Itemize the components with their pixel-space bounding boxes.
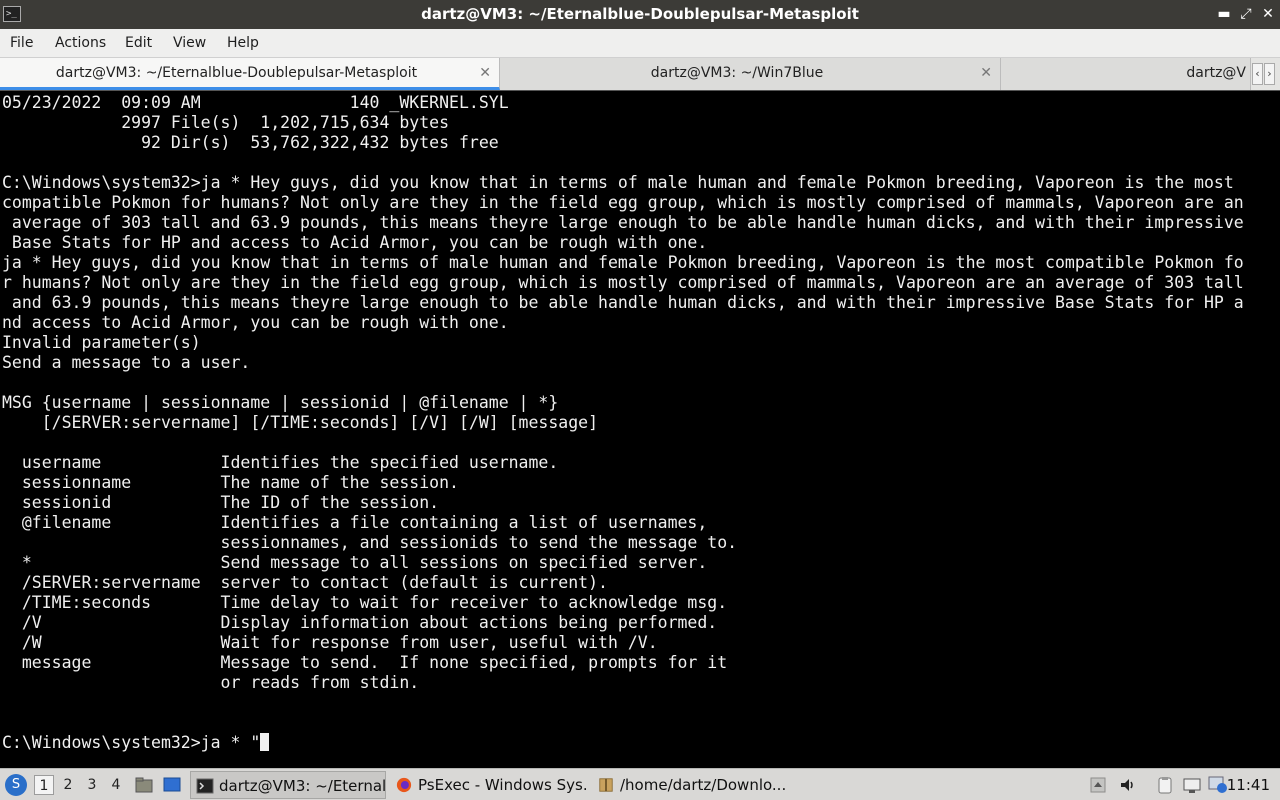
- menu-file[interactable]: File: [10, 29, 33, 57]
- volume-icon[interactable]: [1118, 775, 1138, 795]
- desktop-3-button[interactable]: 3: [82, 775, 102, 795]
- close-button[interactable]: ✕: [1258, 4, 1278, 24]
- archive-icon: [599, 778, 613, 792]
- task-label: PsExec - Windows Sys...: [418, 776, 586, 794]
- window-title: dartz@VM3: ~/Eternalblue-Doublepulsar-Me…: [421, 5, 859, 23]
- firefox-icon: [396, 777, 412, 793]
- terminal-task-icon: [196, 778, 214, 794]
- window-titlebar: >_ dartz@VM3: ~/Eternalblue-Doublepulsar…: [0, 0, 1280, 29]
- tab-third[interactable]: dartz@V: [1001, 58, 1251, 90]
- tab-win7blue[interactable]: dartz@VM3: ~/Win7Blue ✕: [500, 58, 1001, 90]
- desktop-2-button[interactable]: 2: [58, 775, 78, 795]
- clock[interactable]: 11:41: [1227, 769, 1270, 800]
- network-icon[interactable]: [1182, 775, 1202, 795]
- terminal-cursor: [260, 733, 270, 751]
- tab-label: dartz@VM3: ~/Eternalblue-Doublepulsar-Me…: [55, 65, 418, 81]
- show-desktop-icon[interactable]: [162, 775, 182, 795]
- tab-label: dartz@V: [1186, 65, 1246, 81]
- tab-label: dartz@VM3: ~/Win7Blue: [650, 65, 824, 81]
- tab-bar: dartz@VM3: ~/Eternalblue-Doublepulsar-Me…: [0, 58, 1280, 90]
- taskbar: S 1 2 3 4 dartz@VM3: ~/Eternal... PsExec…: [0, 768, 1280, 800]
- update-notifier-icon[interactable]: [1207, 775, 1229, 795]
- task-terminal[interactable]: dartz@VM3: ~/Eternal...: [190, 771, 386, 799]
- desktop-1-button[interactable]: 1: [34, 775, 54, 795]
- terminal-output: 05/23/2022 09:09 AM 140 _WKERNEL.SYL 299…: [2, 93, 1244, 752]
- clipboard-icon[interactable]: [1155, 775, 1175, 795]
- tab-scroll-right-icon[interactable]: ›: [1264, 63, 1275, 85]
- terminal-view[interactable]: 05/23/2022 09:09 AM 140 _WKERNEL.SYL 299…: [0, 90, 1280, 768]
- menu-bar: File Actions Edit View Help: [0, 29, 1280, 58]
- task-label: /home/dartz/Downlo...: [620, 776, 786, 794]
- maximize-button[interactable]: ⤢: [1236, 4, 1256, 24]
- tray-up-arrow-icon[interactable]: [1090, 775, 1106, 795]
- tab-close-icon[interactable]: ✕: [479, 58, 491, 88]
- task-label: dartz@VM3: ~/Eternal...: [219, 777, 386, 795]
- task-firefox-psexec[interactable]: PsExec - Windows Sys...: [390, 771, 586, 799]
- tab-close-icon[interactable]: ✕: [980, 58, 992, 88]
- file-manager-icon[interactable]: [134, 775, 154, 795]
- tab-scroll-left-icon[interactable]: ‹: [1252, 63, 1263, 85]
- minimize-button[interactable]: ▬: [1214, 4, 1234, 24]
- menu-view[interactable]: View: [173, 29, 206, 57]
- task-archive-manager[interactable]: /home/dartz/Downlo...: [592, 771, 786, 799]
- menu-help[interactable]: Help: [227, 29, 259, 57]
- menu-actions[interactable]: Actions: [55, 29, 106, 57]
- tab-eternalblue[interactable]: dartz@VM3: ~/Eternalblue-Doublepulsar-Me…: [0, 58, 500, 90]
- menu-edit[interactable]: Edit: [125, 29, 152, 57]
- desktop-4-button[interactable]: 4: [106, 775, 126, 795]
- start-menu-icon[interactable]: S: [5, 774, 27, 796]
